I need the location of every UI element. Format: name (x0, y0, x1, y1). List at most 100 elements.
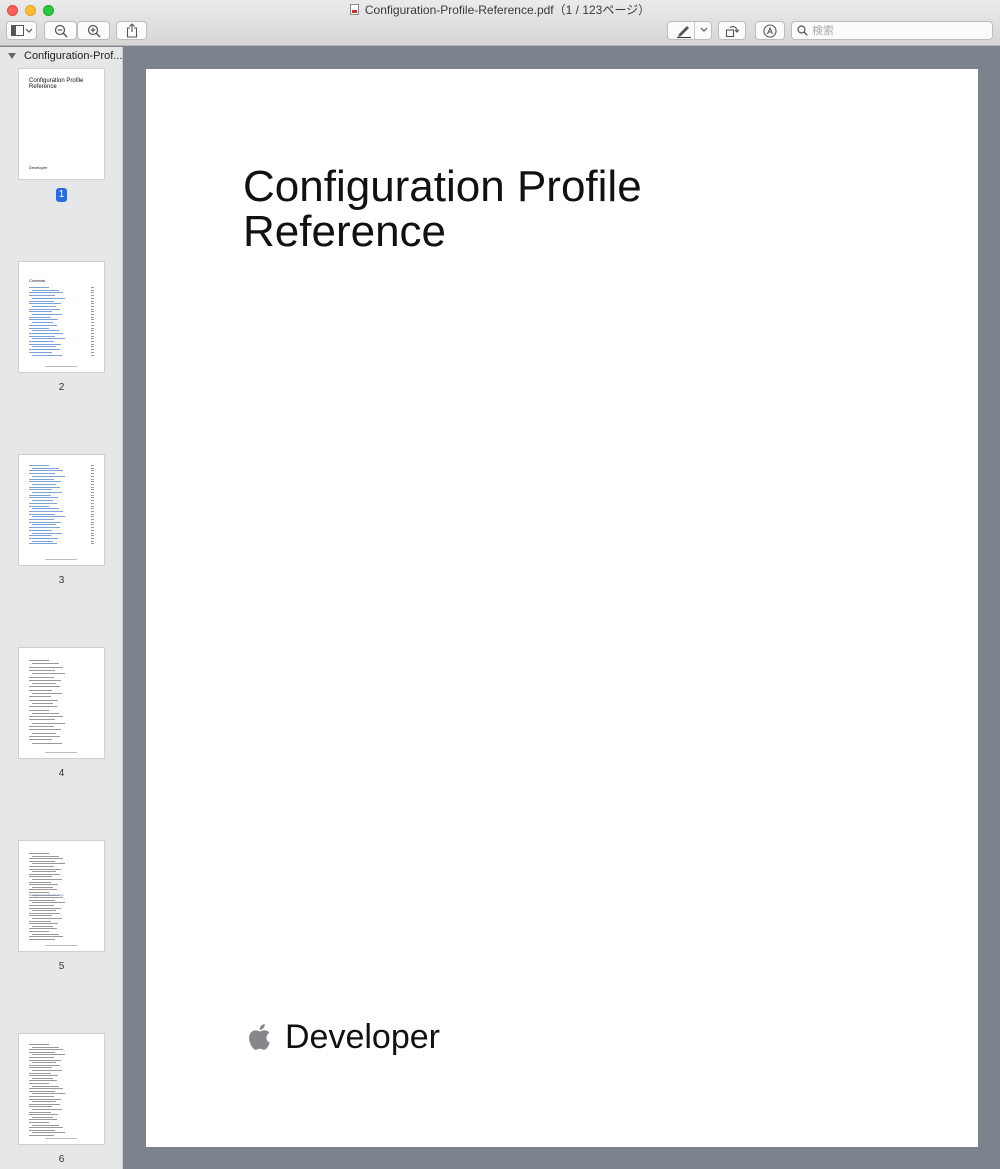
thumbnail-page-ref (91, 343, 94, 345)
thumbnail-text-line (32, 500, 53, 502)
thumbnail-text-line (29, 1083, 49, 1084)
thumbnail-text-line (29, 470, 63, 472)
page-thumbnail-6[interactable] (19, 1034, 104, 1144)
page-thumbnail-3[interactable] (19, 455, 104, 565)
rotate-icon (725, 25, 739, 37)
thumbnail-text-line (32, 663, 59, 665)
thumbnail-text-line (29, 876, 52, 878)
thumbnail-text-line (29, 889, 57, 891)
thumbnail-text-line (29, 1103, 60, 1105)
sidebar-document-name: Configuration-Prof... (24, 50, 123, 62)
page-number-3[interactable]: 3 (0, 575, 122, 586)
thumbnail-text-line (32, 483, 56, 485)
thumbnail-text-line (32, 673, 65, 675)
thumbnail-text-line (32, 330, 59, 332)
page-thumbnail-1[interactable]: Configuration Profile Reference Develope… (19, 69, 104, 179)
thumbnail-text-line (29, 543, 57, 545)
page-number-2[interactable]: 2 (0, 382, 122, 393)
thumbnail-footer (45, 752, 77, 753)
thumbnail-footer (45, 559, 77, 560)
thumbnail-text-line (29, 478, 54, 480)
thumbnail-text-line (32, 540, 53, 542)
thumbnail-text-line (29, 699, 58, 701)
search-field[interactable] (791, 21, 993, 40)
thumbnail-text-line (29, 686, 60, 688)
thumbnail-text-line (29, 866, 54, 867)
thumbnail-text-line (29, 938, 55, 940)
thumbnail-text-line (32, 314, 62, 315)
thumbnail-text-line (29, 726, 54, 727)
thumbnail-text-line (29, 1127, 63, 1129)
thumbnail-text-line (29, 502, 57, 504)
thumbnail-text-line (29, 1106, 52, 1108)
thumbnail-text-line (29, 1059, 61, 1061)
zoom-in-button[interactable] (77, 21, 110, 40)
page-number-4[interactable]: 4 (0, 768, 122, 779)
thumbnail-text-line (29, 303, 61, 305)
rotate-button[interactable] (718, 21, 746, 40)
thumbnail-text-line (29, 858, 63, 860)
thumbnail-text-line (29, 1114, 58, 1116)
thumbnail-text-line (32, 524, 56, 526)
disclosure-triangle-icon[interactable] (8, 53, 16, 59)
thumbnail-text-line (32, 683, 56, 685)
thumbnail-text-line (29, 510, 63, 512)
thumbnail-page-ref (91, 540, 94, 542)
zoom-out-button[interactable] (44, 21, 77, 40)
thumbnail-text-line (32, 712, 59, 714)
thumbnail-text-line (29, 1088, 63, 1090)
markup-pen-button[interactable] (667, 21, 712, 40)
thumbnail-text-line (29, 537, 58, 539)
thumbnail-text-line (32, 338, 65, 340)
thumbnail-text-line (29, 316, 51, 318)
page-thumbnail-5[interactable]: Configuration Profile Keys (19, 841, 104, 951)
search-input[interactable] (812, 24, 982, 37)
thumbnail-text-line (32, 1070, 62, 1071)
thumbnail-text-line (29, 287, 49, 288)
apple-logo-icon (249, 1024, 270, 1050)
thumbnail-text-line (32, 1109, 62, 1110)
thumbnail-text-line (32, 732, 56, 734)
markup-toolbar-button[interactable] (755, 21, 785, 40)
thumbnail-text-line (29, 853, 49, 854)
page-thumbnail-2[interactable]: Contents (19, 262, 104, 372)
thumbnail-page-ref (91, 483, 94, 485)
thumbnail-text-line (29, 327, 49, 329)
thumbnail-text-line (29, 1075, 58, 1077)
window-title-bar: Configuration-Profile-Reference.pdf（1 / … (0, 3, 1000, 17)
thumbnail-text-line (29, 709, 49, 711)
sidebar-document-header[interactable]: Configuration-Prof... (0, 47, 123, 65)
thumbnail-sidebar[interactable]: Configuration-Prof... Configuration Prof… (0, 47, 123, 1169)
thumbnail-text-line (29, 1057, 54, 1058)
thumbnail-text-line (32, 894, 59, 896)
page-number-5[interactable]: 5 (0, 961, 122, 972)
pdf-page[interactable]: Configuration Profile Reference Develope… (146, 69, 978, 1147)
thumbnail-page-ref (91, 527, 94, 529)
thumbnail-text-line (29, 892, 49, 893)
page-number-6[interactable]: 6 (0, 1154, 122, 1165)
thumbnail-text-line (29, 489, 52, 491)
chevron-down-icon[interactable] (700, 27, 708, 33)
thumbnail-text-line (29, 1080, 57, 1082)
thumbnail-page-ref (91, 354, 94, 356)
page-number-1[interactable]: 1 (0, 188, 122, 202)
thumbnail-text-line (29, 300, 54, 302)
thumbnail-text-line (29, 529, 52, 531)
thumbnail-text-line (29, 1044, 49, 1045)
sidebar-toggle-button[interactable] (6, 21, 37, 40)
thumbnail-text-line (32, 532, 62, 534)
share-button[interactable] (116, 21, 147, 40)
thumbnail-text-line (29, 884, 58, 886)
thumbnail-text-line (32, 297, 65, 299)
page-thumbnail-4[interactable] (19, 648, 104, 758)
thumbnail-page-ref (91, 475, 94, 477)
pen-icon (677, 25, 691, 38)
thumbnail-text-line (29, 868, 61, 870)
thumbnail-text-line (29, 936, 63, 938)
thumbnail-text-line (32, 475, 65, 477)
thumbnail-text-line (29, 716, 63, 718)
thumbnail-text-line (32, 918, 62, 919)
thumbnail-text-line (29, 676, 54, 678)
thumbnail-text-line (29, 527, 60, 529)
thumbnail-page-ref (91, 467, 94, 469)
